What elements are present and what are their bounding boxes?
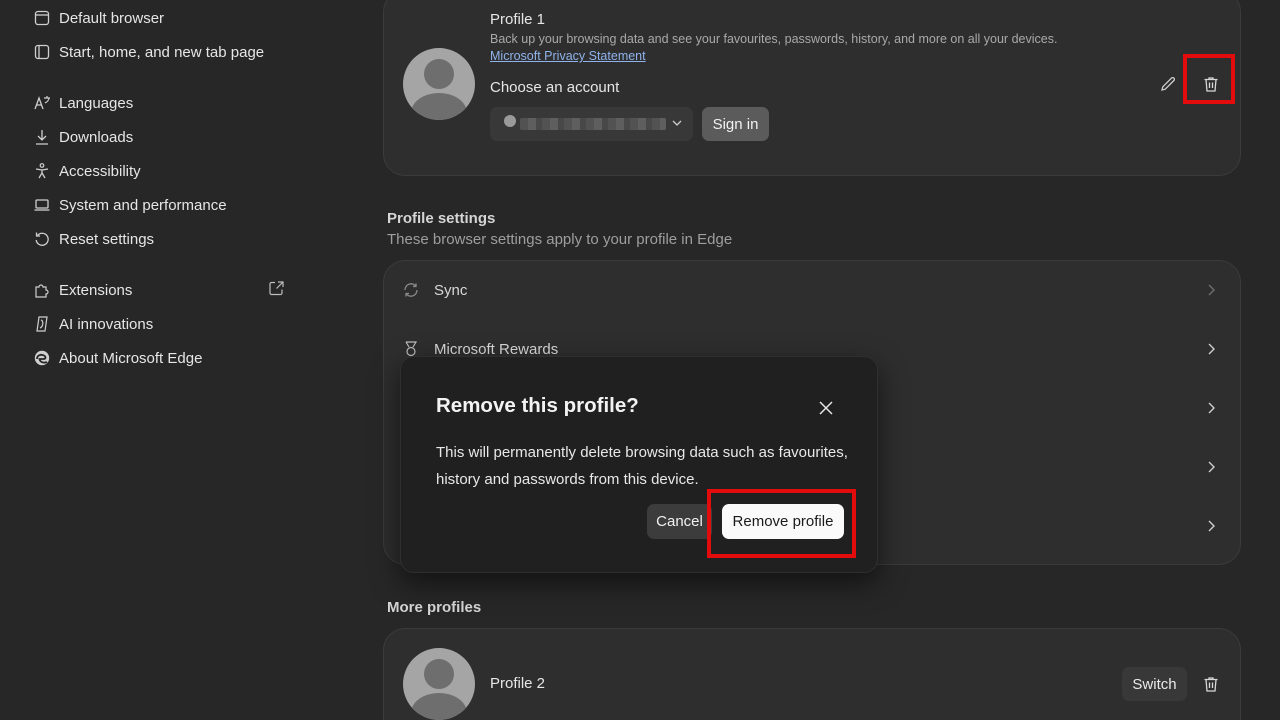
dialog-title: Remove this profile? (436, 394, 639, 417)
choose-account-label: Choose an account (490, 79, 620, 96)
ai-icon (32, 314, 52, 334)
dialog-message: This will permanently delete browsing da… (436, 444, 848, 488)
languages-icon (32, 93, 52, 113)
dialog-close-button[interactable] (815, 397, 837, 419)
chevron-right-icon (1204, 401, 1218, 415)
sidebar-item-label: Languages (59, 94, 134, 112)
external-link-icon (268, 280, 285, 297)
sidebar-item-accessibility[interactable]: Accessibility (32, 156, 302, 186)
profile-settings-subtitle: These browser settings apply to your pro… (387, 231, 733, 248)
sidebar-item-label: About Microsoft Edge (59, 349, 203, 367)
chevron-right-icon (1204, 342, 1218, 356)
pencil-icon (1159, 75, 1177, 93)
accessibility-icon (32, 161, 52, 181)
sign-in-button[interactable]: Sign in (702, 107, 769, 141)
sidebar-item-about-edge[interactable]: About Microsoft Edge (32, 343, 302, 373)
account-avatar-icon (504, 115, 516, 127)
sidebar-item-default-browser[interactable]: Default browser (32, 3, 302, 33)
edge-logo-icon (32, 348, 52, 368)
close-icon (815, 397, 837, 419)
sidebar-item-label: AI innovations (59, 315, 154, 333)
sidebar-item-ai-innovations[interactable]: AI innovations (32, 309, 302, 339)
puzzle-icon (32, 280, 52, 300)
sidebar-item-start-home[interactable]: Start, home, and new tab page (32, 37, 302, 67)
avatar (403, 648, 475, 720)
highlight-remove-button (707, 489, 856, 558)
sidebar-item-label: Accessibility (59, 162, 141, 180)
download-icon (32, 127, 52, 147)
settings-sidebar: Default browser Start, home, and new tab… (0, 0, 380, 720)
sidebar-item-extensions[interactable]: Extensions (32, 275, 302, 305)
switch-profile-button[interactable]: Switch (1122, 667, 1187, 701)
sidebar-item-system-performance[interactable]: System and performance (32, 190, 302, 220)
privacy-statement-link[interactable]: Microsoft Privacy Statement (490, 49, 646, 63)
cancel-button[interactable]: Cancel (647, 504, 712, 539)
delete-profile-button[interactable] (1194, 667, 1228, 701)
sidebar-item-label: Downloads (59, 128, 134, 146)
avatar (403, 48, 475, 120)
chevron-right-icon (1204, 519, 1218, 533)
current-profile-card: Profile 1 Back up your browsing data and… (383, 0, 1241, 176)
edit-profile-button[interactable] (1151, 67, 1185, 101)
highlight-delete-button (1183, 54, 1235, 104)
home-page-icon (32, 42, 52, 62)
trash-icon (1202, 675, 1220, 693)
sidebar-item-downloads[interactable]: Downloads (32, 122, 302, 152)
browser-window-icon (32, 8, 52, 28)
profile-name: Profile 2 (490, 675, 546, 692)
other-profile-card: Profile 2 Switch (383, 628, 1241, 720)
settings-row-label: Sync (434, 282, 468, 299)
sidebar-item-languages[interactable]: Languages (32, 88, 302, 118)
sidebar-item-reset[interactable]: Reset settings (32, 224, 302, 254)
profile-name: Profile 1 (490, 11, 546, 28)
sidebar-item-label: Extensions (59, 281, 133, 299)
sync-icon (402, 281, 420, 299)
reset-icon (32, 229, 52, 249)
profile-description: Back up your browsing data and see your … (490, 32, 1058, 46)
more-profiles-title: More profiles (387, 599, 482, 616)
settings-row-sync[interactable]: Sync (384, 261, 1240, 320)
sidebar-item-label: Reset settings (59, 230, 155, 248)
profile-settings-title: Profile settings (387, 210, 496, 227)
laptop-icon (32, 195, 52, 215)
sidebar-item-label: System and performance (59, 196, 227, 214)
chevron-down-icon (671, 117, 683, 129)
sidebar-item-label: Start, home, and new tab page (59, 43, 265, 61)
account-email-redacted (520, 118, 666, 130)
account-select[interactable] (490, 107, 693, 141)
chevron-right-icon (1204, 460, 1218, 474)
chevron-right-icon (1204, 283, 1218, 297)
sidebar-item-label: Default browser (59, 9, 165, 27)
